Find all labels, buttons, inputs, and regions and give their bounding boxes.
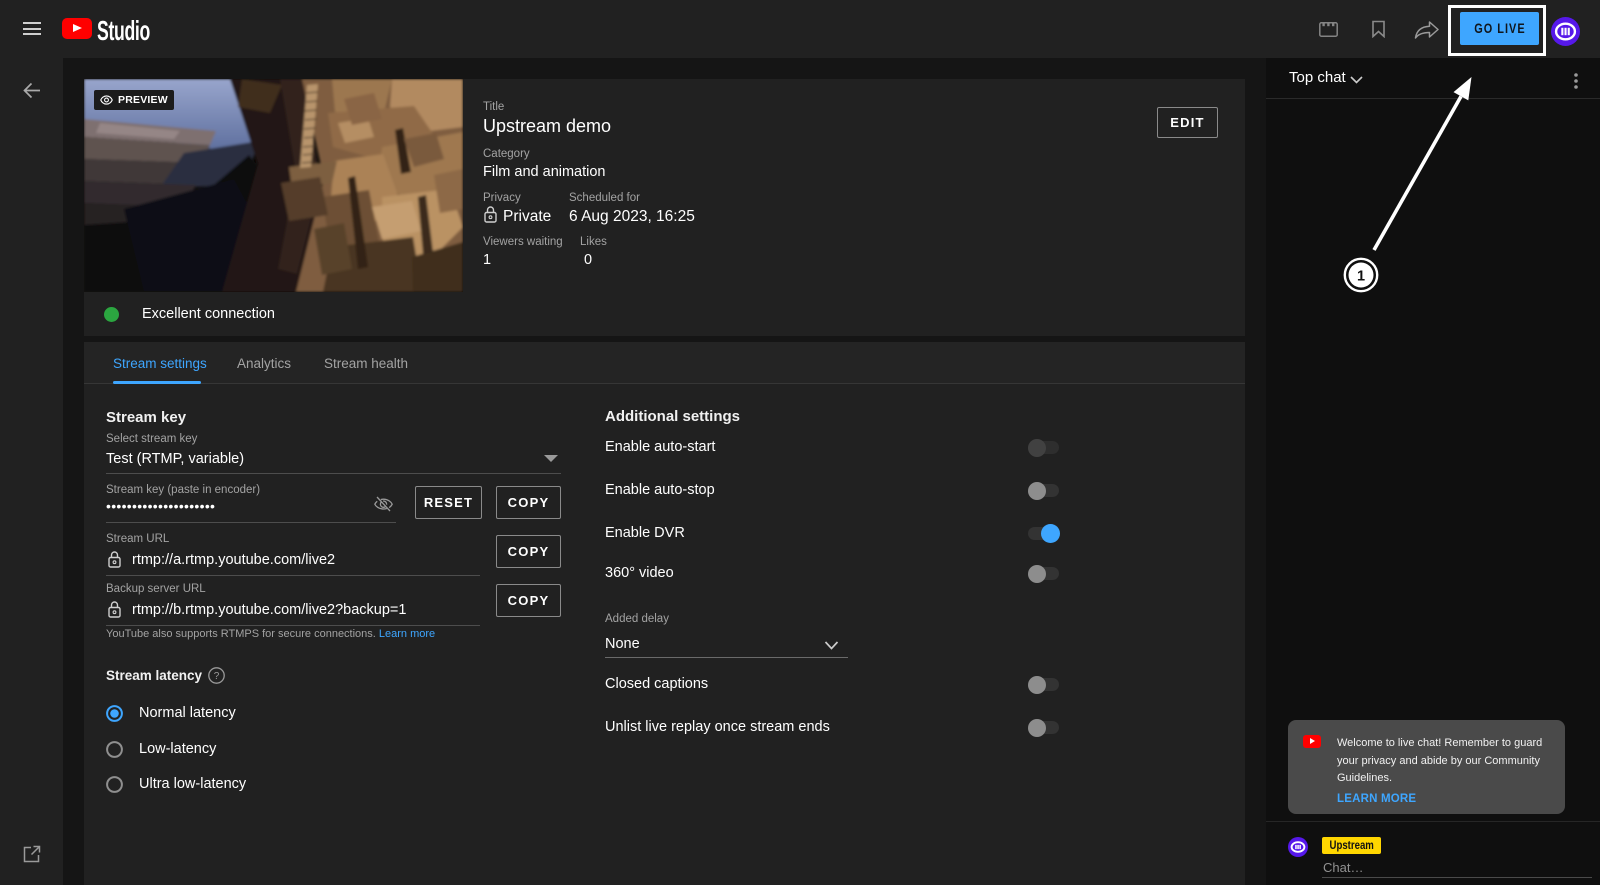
svg-text:1: 1: [1357, 269, 1365, 285]
svg-text:?: ?: [214, 671, 220, 682]
